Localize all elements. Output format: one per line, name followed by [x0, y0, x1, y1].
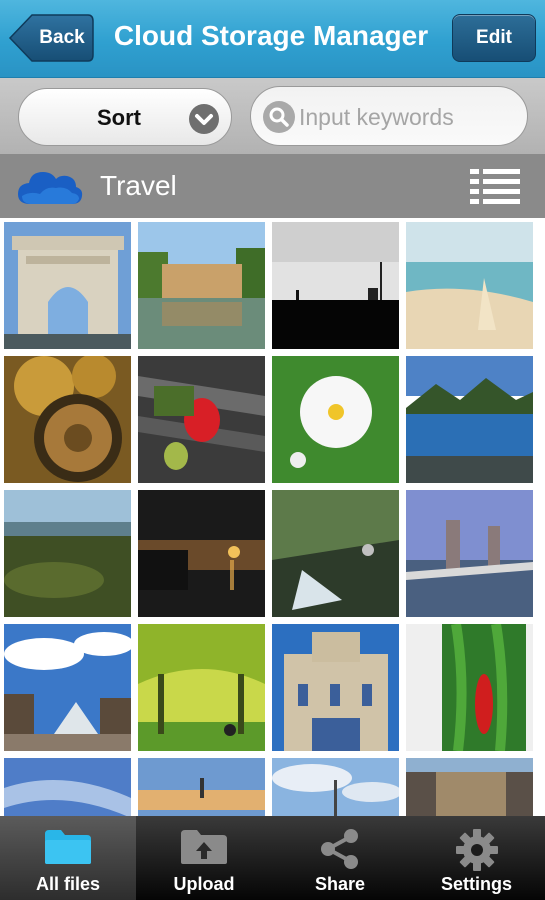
search-input[interactable] [299, 97, 519, 137]
app-title: Cloud Storage Manager [113, 20, 429, 51]
photo-thumbnail[interactable] [406, 356, 533, 483]
search-field[interactable] [250, 86, 528, 146]
photo-thumbnail[interactable] [4, 624, 131, 751]
photo-thumbnail[interactable] [138, 222, 265, 349]
photo-thumbnail[interactable] [4, 758, 131, 818]
folder-icon [43, 828, 93, 871]
tab-label: Share [314, 874, 366, 894]
photo-thumbnail[interactable] [4, 356, 131, 483]
tab-upload[interactable]: Upload [136, 816, 272, 900]
tab-label: Upload [173, 874, 235, 894]
app-root: Back Cloud Storage Manager Edit Sort Tra… [0, 0, 545, 900]
photo-thumbnail[interactable] [272, 490, 399, 617]
share-icon [318, 828, 362, 875]
search-icon [263, 101, 295, 133]
edit-button[interactable]: Edit [452, 14, 536, 62]
tab-settings[interactable]: Settings [408, 816, 545, 900]
photo-thumbnail[interactable] [272, 222, 399, 349]
folder-name: Travel [100, 170, 177, 201]
list-view-icon[interactable] [468, 166, 522, 211]
photo-thumbnail[interactable] [4, 490, 131, 617]
photo-thumbnail[interactable] [272, 758, 399, 818]
folder-header: Travel [0, 154, 545, 218]
tab-share[interactable]: Share [272, 816, 408, 900]
photo-thumbnail[interactable] [138, 356, 265, 483]
back-button[interactable]: Back [8, 14, 94, 62]
chevron-down-icon [189, 104, 219, 134]
nav-header: Back Cloud Storage Manager Edit [0, 0, 545, 78]
photo-thumbnail[interactable] [406, 222, 533, 349]
photo-thumbnail[interactable] [138, 490, 265, 617]
upload-icon [179, 828, 229, 871]
back-button-label: Back [39, 27, 85, 48]
cloud-icon [16, 166, 84, 211]
tab-all-files[interactable]: All files [0, 816, 136, 900]
photo-thumbnail[interactable] [406, 758, 533, 818]
sort-dropdown[interactable]: Sort [18, 88, 232, 146]
photo-thumbnail[interactable] [138, 624, 265, 751]
photo-grid [0, 218, 545, 818]
photo-thumbnail[interactable] [272, 624, 399, 751]
photo-thumbnail[interactable] [406, 490, 533, 617]
bottom-tab-bar: All files Upload Share Settings [0, 816, 545, 900]
photo-thumbnail[interactable] [406, 624, 533, 751]
tab-label: Settings [440, 874, 512, 894]
photo-thumbnail[interactable] [138, 758, 265, 818]
photo-thumbnail[interactable] [272, 356, 399, 483]
search-bar: Sort [0, 78, 545, 154]
gear-icon [455, 828, 499, 877]
photo-thumbnail[interactable] [4, 222, 131, 349]
tab-label: All files [35, 874, 101, 894]
